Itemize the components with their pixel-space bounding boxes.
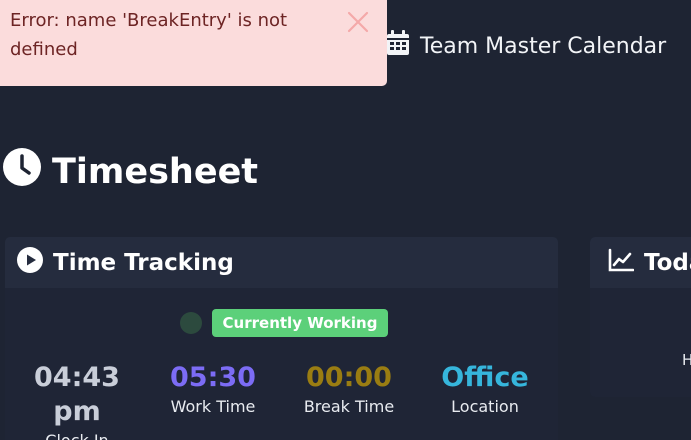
- today-card-text: H: [682, 351, 691, 369]
- nav-calendar-label: Team Master Calendar: [420, 33, 667, 59]
- time-tracking-title: Time Tracking: [53, 249, 234, 276]
- today-card-title: Toda: [644, 249, 691, 276]
- status-badge: Currently Working: [211, 309, 389, 337]
- calendar-icon: [386, 30, 410, 62]
- stat-work-time: 05:30 Work Time: [145, 361, 281, 416]
- error-alert: Error: name 'BreakEntry' is not defined: [0, 0, 387, 86]
- error-alert-message: Error: name 'BreakEntry' is not defined: [10, 10, 288, 60]
- close-icon[interactable]: [347, 11, 369, 33]
- page-title-text: Timesheet: [52, 151, 259, 192]
- status-indicator-dot: [179, 312, 202, 334]
- stat-break-time-value: 00:00: [306, 362, 392, 393]
- stat-location-label: Location: [451, 397, 519, 416]
- status-row: Currently Working: [5, 309, 558, 337]
- stat-work-time-label: Work Time: [170, 397, 256, 416]
- stat-break-time-label: Break Time: [303, 397, 395, 416]
- stat-location: Office Location: [417, 361, 553, 416]
- time-tracking-card: Time Tracking Currently Working 04:43 pm…: [5, 237, 558, 440]
- nav-team-master-calendar[interactable]: Team Master Calendar: [386, 30, 666, 62]
- stat-work-time-value: 05:30: [170, 362, 256, 393]
- stat-clock-in-value: 04:43 pm: [34, 362, 120, 427]
- time-tracking-header: Time Tracking: [5, 237, 558, 288]
- page-title: Timesheet: [3, 148, 258, 195]
- today-card: Toda H: [590, 237, 691, 397]
- line-chart-icon: [608, 248, 635, 278]
- clock-icon: [3, 148, 41, 195]
- today-card-header: Toda: [590, 237, 691, 288]
- stat-clock-in: 04:43 pm Clock In: [9, 361, 145, 440]
- stat-location-value: Office: [441, 362, 529, 393]
- play-icon: [17, 246, 43, 279]
- stat-clock-in-label: Clock In: [9, 431, 145, 440]
- stat-break-time: 00:00 Break Time: [281, 361, 417, 416]
